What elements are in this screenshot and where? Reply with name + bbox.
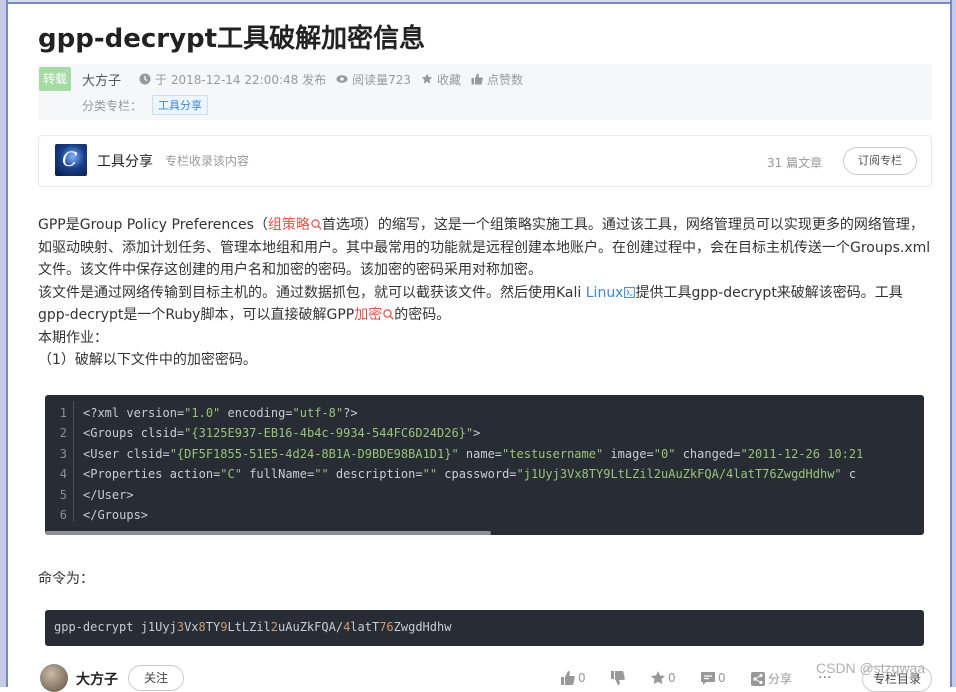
window-frame-left xyxy=(0,0,8,687)
category-label: 分类专栏： xyxy=(82,98,143,113)
line-number: 3 xyxy=(59,446,67,461)
article-title: gpp-decrypt工具破解加密信息 xyxy=(38,24,426,54)
paragraph-2: 该文件是通过网络传输到目标主机的。通过数据抓包，就可以截获该文件。然后使用Kal… xyxy=(38,284,903,324)
category-row: 分类专栏： 工具分享 xyxy=(82,95,209,115)
article-meta: 转载 大方子 于 2018-12-14 22:00:48 发布 阅读量723 收… xyxy=(38,64,932,120)
keyword-link-encryption[interactable]: 加密 xyxy=(354,307,394,323)
article-body: GPP是Group Policy Preferences（组策略 首选项）的缩写，… xyxy=(38,214,932,372)
code-block-xml[interactable]: 1 <?xml version="1.0" encoding="utf-8"?> 2… xyxy=(45,395,924,535)
column-article-count: 31 篇文章 xyxy=(767,156,823,170)
like-button[interactable]: 点赞数 xyxy=(471,71,523,88)
subscribe-column-button[interactable]: 订阅专栏 xyxy=(843,147,917,175)
repost-badge: 转载 xyxy=(39,67,71,91)
code-line-text: </Groups> xyxy=(83,508,149,522)
line-number: 5 xyxy=(59,487,67,502)
favorite-button[interactable]: 收藏 xyxy=(421,71,461,88)
publish-time: 于 2018-12-14 22:00:48 发布 xyxy=(139,71,326,88)
avatar[interactable] xyxy=(40,664,68,692)
watermark: CSDN @stzqwaa xyxy=(816,660,926,676)
line-number-separator xyxy=(73,401,74,521)
line-number: 1 xyxy=(59,406,67,420)
read-count: 阅读量723 xyxy=(336,71,411,88)
keyword-link-linux[interactable]: Linux xyxy=(586,285,636,301)
code-block-command[interactable]: gpp-decrypt j1Uyj3Vx8TY9LtLZil2uAuZkFQA/… xyxy=(45,610,924,646)
bottom-author-name[interactable]: 大方子 xyxy=(76,669,118,689)
code-horizontal-scrollbar[interactable] xyxy=(45,531,491,535)
follow-button[interactable]: 关注 xyxy=(128,665,184,691)
window-frame-top xyxy=(0,0,956,4)
like-action[interactable]: 0 xyxy=(560,670,586,686)
thumb-down-icon xyxy=(611,671,625,685)
column-card[interactable]: C 工具分享 专栏收录该内容 31 篇文章 订阅专栏 xyxy=(38,135,932,187)
comment-icon xyxy=(701,672,715,685)
search-icon xyxy=(383,309,394,320)
code-line-text: <User clsid="{DF5F1855-51E5-4d24-8B1A-D9… xyxy=(83,446,864,461)
column-name[interactable]: 工具分享 xyxy=(97,151,153,171)
category-tag[interactable]: 工具分享 xyxy=(152,95,209,115)
share-action[interactable]: 分享 xyxy=(750,670,792,687)
code-line-text: <Properties action="C" fullName="" descr… xyxy=(83,467,857,482)
thumb-up-icon xyxy=(471,73,483,85)
code-line-text: </User> xyxy=(83,487,134,502)
column-logo: C xyxy=(55,144,87,176)
line-number: 4 xyxy=(59,467,67,482)
keyword-link-group-policy[interactable]: 组策略 xyxy=(268,217,322,233)
paragraph-1: GPP是Group Policy Preferences（组策略 首选项）的缩写，… xyxy=(38,217,931,278)
share-icon xyxy=(751,671,765,686)
favorite-action[interactable]: 0 xyxy=(650,670,676,686)
column-subtitle: 专栏收录该内容 xyxy=(165,154,250,168)
meta-row: 大方子 于 2018-12-14 22:00:48 发布 阅读量723 收藏 点… xyxy=(82,70,533,89)
comment-action[interactable]: 0 xyxy=(700,670,726,686)
code-line-text: <?xml version="1.0" encoding="utf-8"?> xyxy=(83,406,358,420)
star-icon xyxy=(651,671,665,685)
code-line-text: <Groups clsid="{3125E937-EB16-4b4c-9934-… xyxy=(83,426,481,441)
window-frame-right xyxy=(950,0,956,687)
paragraph-4: （1）破解以下文件中的加密密码。 xyxy=(38,352,257,368)
author-name[interactable]: 大方子 xyxy=(82,70,121,89)
paragraph-3: 本期作业： xyxy=(38,329,108,346)
dislike-action[interactable] xyxy=(610,670,628,686)
line-number: 2 xyxy=(59,426,67,441)
eye-icon xyxy=(336,73,348,85)
star-icon xyxy=(421,73,433,85)
command-text: gpp-decrypt j1Uyj3Vx8TY9LtLZil2uAuZkFQA/… xyxy=(54,620,452,634)
thumb-up-icon xyxy=(561,671,575,685)
command-label: 命令为： xyxy=(38,571,94,587)
clock-icon xyxy=(139,73,151,85)
external-link-icon xyxy=(624,286,636,298)
search-icon xyxy=(311,219,322,230)
line-number: 6 xyxy=(59,508,67,522)
